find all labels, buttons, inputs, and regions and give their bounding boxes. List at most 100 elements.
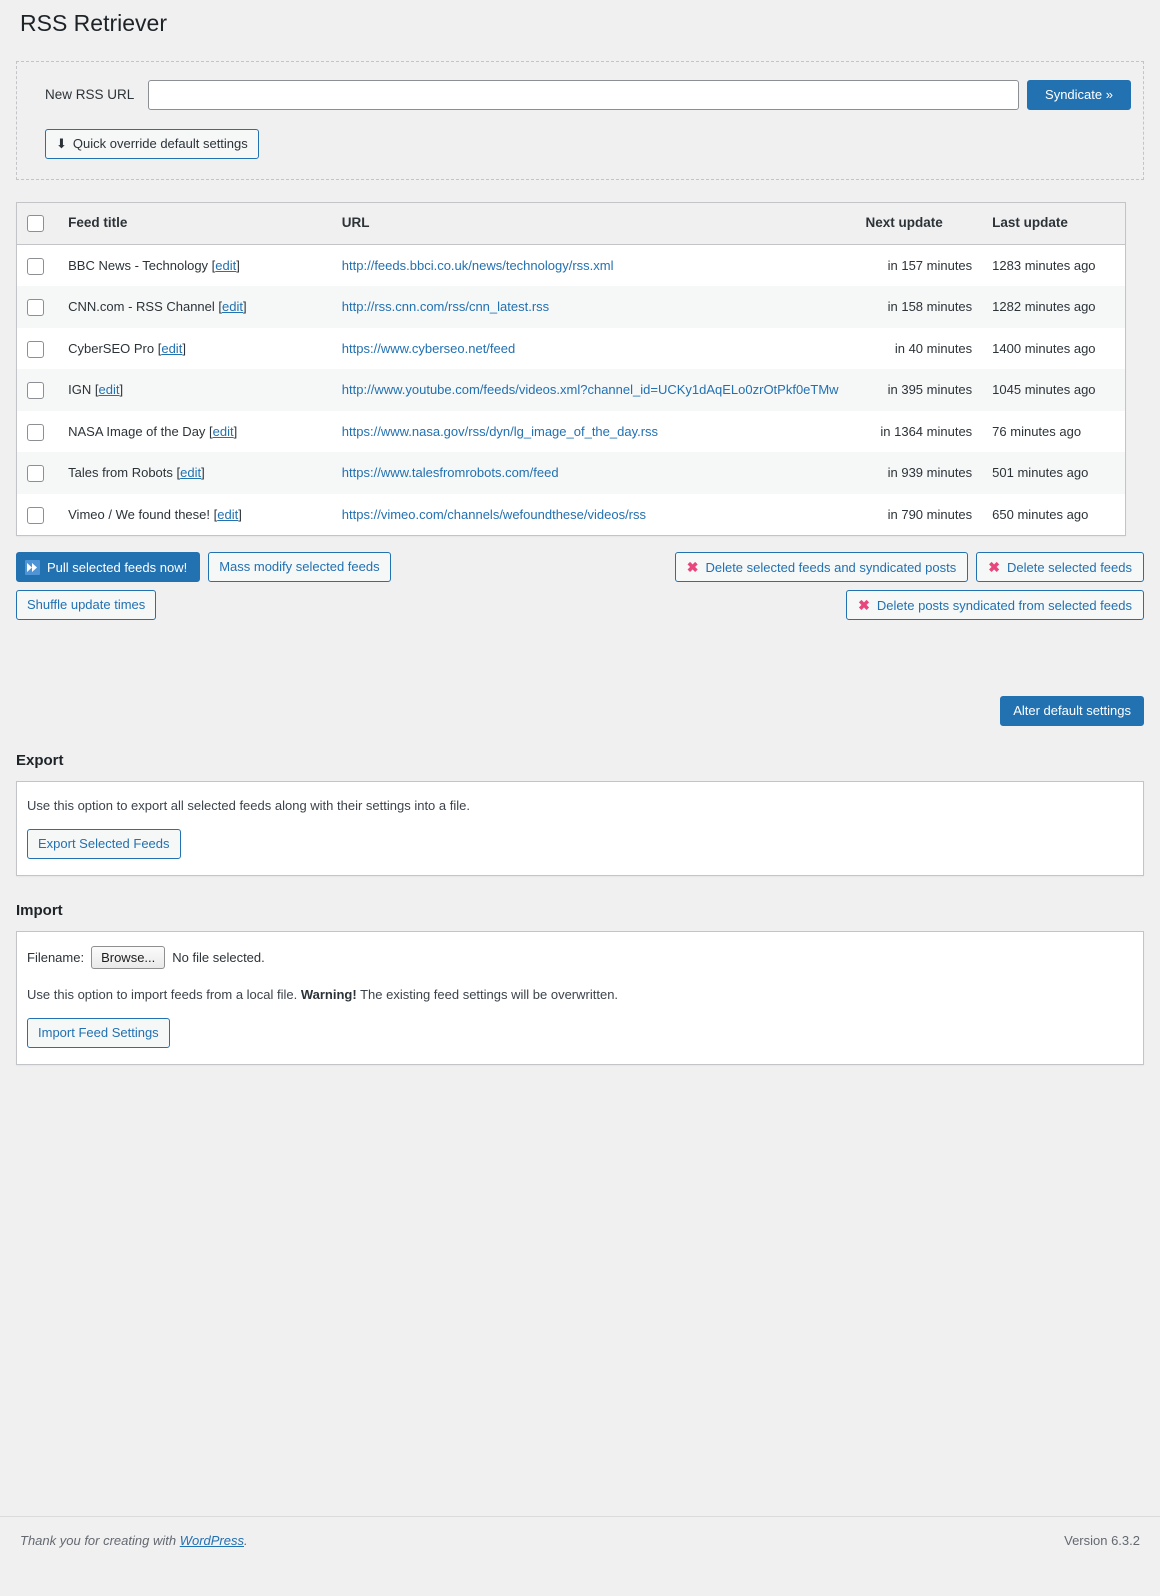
- next-update-cell: in 939 minutes: [887, 465, 973, 481]
- feed-url-link[interactable]: http://feeds.bbci.co.uk/news/technology/…: [342, 258, 614, 273]
- footer-version: Version 6.3.2: [1064, 1533, 1140, 1548]
- bulk-actions-right-row1: ✖ Delete selected feeds and syndicated p…: [674, 552, 1144, 583]
- footer: Thank you for creating with WordPress. V…: [0, 1516, 1160, 1564]
- table-row: IGN [edit] http://www.youtube.com/feeds/v…: [16, 369, 1126, 411]
- column-url: URL: [331, 202, 856, 245]
- row-checkbox[interactable]: [27, 465, 44, 483]
- new-rss-url-label: New RSS URL: [45, 87, 135, 103]
- feed-title-text: IGN: [68, 382, 92, 398]
- delete-posts-syndicated-label: Delete posts syndicated from selected fe…: [876, 597, 1132, 613]
- next-update-cell: in 158 minutes: [887, 299, 973, 315]
- table-row: BBC News - Technology [edit] http://feeds…: [16, 244, 1126, 287]
- import-feed-settings-button[interactable]: Import Feed Settings: [27, 1017, 170, 1048]
- quick-override-label: Quick override default settings: [72, 135, 248, 151]
- feed-url-link[interactable]: https://www.nasa.gov/rss/dyn/lg_image_of…: [342, 424, 658, 439]
- feed-url-link[interactable]: https://www.cyberseo.net/feed: [342, 341, 515, 356]
- row-select-cell: [17, 244, 59, 286]
- page-title: RSS Retriever: [20, 10, 167, 36]
- wordpress-link[interactable]: WordPress: [180, 1533, 244, 1548]
- select-all-checkbox[interactable]: [27, 214, 44, 232]
- edit-feed-link[interactable]: edit: [215, 258, 236, 273]
- delete-selected-feeds-and-posts-label: Delete selected feeds and syndicated pos…: [705, 559, 957, 575]
- edit-feed-link[interactable]: edit: [217, 507, 238, 522]
- feeds-table: Feed title URL Next update Last update B…: [16, 201, 1126, 537]
- feed-url-link[interactable]: http://www.youtube.com/feeds/videos.xml?…: [342, 382, 839, 397]
- feeds-table-head: Feed title URL Next update Last update: [16, 202, 1126, 245]
- pull-selected-feeds-button[interactable]: Pull selected feeds now!: [16, 552, 201, 583]
- feed-title-text: BBC News - Technology: [68, 257, 209, 273]
- feed-title-text: NASA Image of the Day: [68, 423, 206, 439]
- feed-url-cell: https://vimeo.com/channels/wefoundthese/…: [332, 494, 856, 536]
- add-feed-panel: New RSS URL Syndicate » ⬇ Quick override…: [16, 60, 1144, 180]
- down-arrow-icon: ⬇: [56, 136, 67, 152]
- feed-title-text: CNN.com - RSS Channel: [68, 299, 215, 315]
- last-update-cell: 76 minutes ago: [992, 423, 1082, 439]
- feed-url-link[interactable]: https://www.talesfromrobots.com/feed: [342, 465, 559, 480]
- delete-selected-feeds-label: Delete selected feeds: [1006, 559, 1132, 575]
- alter-default-settings-button[interactable]: Alter default settings: [1000, 696, 1144, 727]
- table-header-row: Feed title URL Next update Last update: [16, 202, 1126, 245]
- delete-posts-syndicated-button[interactable]: ✖ Delete posts syndicated from selected …: [846, 590, 1144, 621]
- export-panel: Use this option to export all selected f…: [16, 781, 1144, 877]
- delete-selected-feeds-button[interactable]: ✖ Delete selected feeds: [976, 552, 1144, 583]
- feed-title-text: CyberSEO Pro: [68, 340, 155, 356]
- edit-feed-link[interactable]: edit: [222, 299, 243, 314]
- fast-forward-icon: [25, 559, 40, 575]
- feed-url-link[interactable]: https://vimeo.com/channels/wefoundthese/…: [342, 507, 646, 522]
- column-last-update: Last update: [982, 202, 1126, 245]
- feed-title-cell: NASA Image of the Day [edit]: [68, 423, 238, 439]
- quick-override-default-settings-button[interactable]: ⬇ Quick override default settings: [45, 128, 259, 159]
- row-select-cell: [17, 411, 59, 453]
- feed-title-cell: BBC News - Technology [edit]: [68, 257, 240, 273]
- next-update-cell: in 395 minutes: [887, 382, 973, 398]
- import-description-before: Use this option to import feeds from a l…: [27, 987, 301, 1003]
- feed-title-cell: CyberSEO Pro [edit]: [68, 340, 186, 356]
- row-select-cell: [17, 328, 59, 370]
- feed-url-cell: https://www.nasa.gov/rss/dyn/lg_image_of…: [332, 411, 856, 453]
- row-checkbox[interactable]: [27, 506, 44, 524]
- export-selected-feeds-button[interactable]: Export Selected Feeds: [27, 829, 181, 860]
- bulk-actions-left-row2: Shuffle update times: [16, 590, 656, 621]
- edit-feed-link[interactable]: edit: [213, 424, 234, 439]
- bulk-actions-left-row1: Pull selected feeds now! Mass modify sel…: [16, 552, 656, 583]
- next-update-cell: in 790 minutes: [887, 506, 973, 522]
- row-checkbox[interactable]: [27, 423, 44, 441]
- table-row: CyberSEO Pro [edit] https://www.cyberseo.…: [16, 327, 1126, 370]
- bulk-actions-left: Pull selected feeds now! Mass modify sel…: [16, 552, 656, 621]
- shuffle-update-times-button[interactable]: Shuffle update times: [16, 590, 157, 621]
- row-checkbox[interactable]: [27, 340, 44, 358]
- last-update-cell: 650 minutes ago: [992, 506, 1089, 522]
- new-rss-url-input[interactable]: [148, 79, 1019, 110]
- feed-title-text: Vimeo / We found these!: [68, 506, 211, 522]
- browse-button[interactable]: Browse...: [91, 946, 166, 970]
- row-select-cell: [17, 286, 59, 328]
- delete-selected-feeds-and-posts-button[interactable]: ✖ Delete selected feeds and syndicated p…: [674, 552, 969, 583]
- syndicate-button[interactable]: Syndicate »: [1027, 79, 1131, 110]
- edit-feed-link[interactable]: edit: [98, 382, 119, 397]
- bulk-actions-right: ✖ Delete selected feeds and syndicated p…: [674, 552, 1144, 621]
- x-mark-icon: ✖: [686, 559, 699, 576]
- rss-retriever-page: RSS Retriever New RSS URL Syndicate » ⬇ …: [0, 0, 1160, 1596]
- edit-feed-link[interactable]: edit: [180, 465, 201, 480]
- table-row: CNN.com - RSS Channel [edit] http://rss.c…: [16, 286, 1126, 328]
- edit-feed-link[interactable]: edit: [161, 341, 182, 356]
- column-next-update: Next update: [855, 202, 983, 245]
- feed-title-cell: CNN.com - RSS Channel [edit]: [68, 299, 247, 315]
- feed-title-cell: Vimeo / We found these! [edit]: [68, 506, 242, 522]
- feeds-table-wrap: Feed title URL Next update Last update B…: [16, 201, 1144, 537]
- column-feed-title: Feed title: [58, 202, 332, 245]
- bulk-actions-right-row2: ✖ Delete posts syndicated from selected …: [674, 590, 1144, 621]
- row-select-cell: [17, 494, 59, 536]
- feed-url-cell: https://www.cyberseo.net/feed: [332, 328, 856, 370]
- last-update-cell: 1045 minutes ago: [992, 382, 1096, 398]
- feed-url-link[interactable]: http://rss.cnn.com/rss/cnn_latest.rss: [342, 299, 549, 314]
- table-row: NASA Image of the Day [edit] https://www.…: [16, 410, 1126, 453]
- mass-modify-selected-feeds-button[interactable]: Mass modify selected feeds: [208, 552, 391, 583]
- alter-defaults-wrap: Alter default settings: [16, 696, 1144, 727]
- row-checkbox[interactable]: [27, 257, 44, 275]
- feed-url-cell: http://feeds.bbci.co.uk/news/technology/…: [332, 244, 856, 286]
- row-checkbox[interactable]: [27, 299, 44, 317]
- last-update-cell: 1282 minutes ago: [992, 299, 1096, 315]
- row-checkbox[interactable]: [27, 382, 44, 400]
- next-update-cell: in 40 minutes: [894, 340, 973, 356]
